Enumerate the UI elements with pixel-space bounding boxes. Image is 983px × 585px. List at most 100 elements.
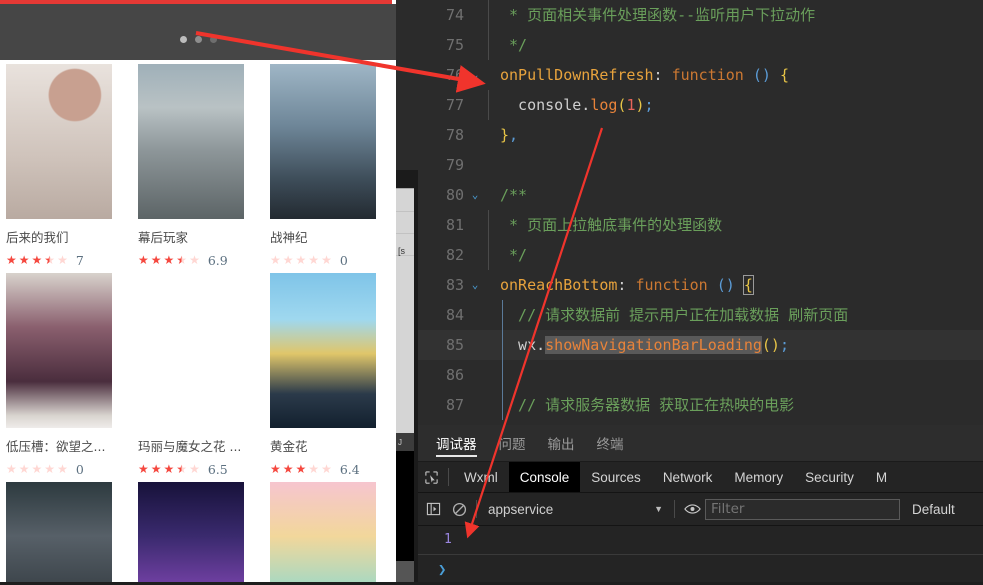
console-context-select[interactable]: appservice ▼ — [481, 497, 670, 521]
code-line[interactable]: 87· // 请求服务器数据 获取正在热映的电影 — [418, 390, 983, 420]
explorer-sliver[interactable]: [s J — [396, 0, 418, 582]
code-text: * 页面上拉触底事件的处理函数 — [500, 216, 723, 234]
sliver-row — [396, 211, 414, 234]
code-line[interactable]: 80 ⌄ /** — [418, 180, 983, 210]
indent-guide — [502, 300, 503, 330]
indent-guide — [488, 240, 489, 270]
fold-spacer: · — [464, 240, 486, 270]
movie-rating: ★ ★ ★ ★ ★ 6.4 — [270, 462, 390, 477]
code-line[interactable]: 86· — [418, 360, 983, 390]
fold-spacer: · — [464, 120, 486, 150]
code-text: // 请求服务器数据 获取正在热映的电影 — [500, 396, 795, 414]
chevron-down-icon[interactable]: ⌄ — [464, 60, 486, 90]
panel-tabbar[interactable]: Wxml Console Sources Network Memory Security M — [453, 462, 898, 492]
movie-title: 黄金花 — [270, 439, 308, 454]
fold-spacer: · — [464, 300, 486, 330]
devtools-tab[interactable]: 终端 — [597, 425, 624, 461]
fold-spacer: · — [464, 360, 486, 390]
movie-poster[interactable] — [270, 273, 376, 428]
code-line[interactable]: 74· * 页面相关事件处理函数--监听用户下拉动作 — [418, 0, 983, 30]
movie-card[interactable] — [0, 482, 132, 582]
movie-card[interactable]: 后来的我们 ★ ★ ★ ★ ★ 7 — [0, 64, 132, 273]
code-line[interactable]: 78·}, — [418, 120, 983, 150]
carousel-dot-1[interactable] — [179, 35, 187, 43]
code-line[interactable]: 76 ⌄ onPullDownRefresh: function () { — [418, 60, 983, 90]
console-output[interactable]: 1 — [418, 526, 983, 555]
devtools-tab[interactable]: 输出 — [548, 425, 575, 461]
movie-title: 低压槽：欲望之... — [6, 439, 106, 454]
movie-card[interactable] — [132, 482, 264, 582]
line-number: 76 — [445, 66, 464, 84]
carousel-dots[interactable] — [0, 34, 396, 44]
sidebar-toggle-icon[interactable] — [420, 494, 446, 524]
code-text: // 请求数据前 提示用户正在加载数据 刷新页面 — [500, 306, 849, 324]
panel-tab[interactable]: Memory — [723, 462, 794, 492]
inspect-cursor-icon[interactable] — [418, 462, 444, 492]
carousel-dot-3[interactable] — [209, 35, 217, 43]
star-icon: ★ — [163, 253, 175, 267]
console-row[interactable]: 1 — [418, 526, 983, 555]
code-line[interactable]: 85· wx.showNavigationBarLoading(); — [418, 330, 983, 360]
devtools-tab[interactable]: 问题 — [499, 425, 526, 461]
line-number: 77 — [445, 96, 464, 114]
code-line[interactable]: 83 ⌄ onReachBottom: function () { — [418, 270, 983, 300]
code-line[interactable]: 75· */ — [418, 30, 983, 60]
devtools-tabbar[interactable]: 调试器 问题 输出 终端 — [418, 425, 983, 462]
clear-console-icon[interactable] — [446, 494, 472, 524]
indent-guide — [488, 30, 489, 60]
code-line[interactable]: 77· console.log(1); — [418, 90, 983, 120]
movie-poster[interactable] — [138, 64, 244, 219]
carousel-dot-2[interactable] — [194, 35, 202, 43]
movie-poster[interactable] — [138, 273, 244, 428]
line-number: 81 — [445, 216, 464, 234]
panel-tab[interactable]: Security — [794, 462, 865, 492]
panel-tab[interactable]: Wxml — [453, 462, 509, 492]
code-line[interactable]: 84· // 请求数据前 提示用户正在加载数据 刷新页面 — [418, 300, 983, 330]
chevron-down-icon[interactable]: ⌄ — [464, 180, 486, 210]
code-editor[interactable]: 74· * 页面相关事件处理函数--监听用户下拉动作75· */76⌄onPul… — [418, 0, 983, 425]
star-icon: ★ — [44, 253, 56, 267]
star-icon: ★ — [295, 253, 307, 267]
movie-poster[interactable] — [6, 273, 112, 428]
panel-tab[interactable]: M — [865, 462, 898, 492]
line-number: 82 — [445, 246, 464, 264]
movie-score: 6.5 — [207, 461, 228, 477]
devtools-toolbar[interactable]: Wxml Console Sources Network Memory Security M — [418, 462, 983, 493]
movie-poster[interactable] — [6, 482, 112, 582]
panel-tab[interactable]: Sources — [580, 462, 652, 492]
movie-card[interactable]: 玛丽与魔女之花 ... ★ ★ ★ ★ ★ 6.5 — [132, 273, 264, 482]
movie-poster[interactable] — [6, 64, 112, 219]
console-level-select[interactable]: Default — [912, 502, 955, 517]
movie-poster[interactable] — [270, 482, 376, 582]
star-icon: ★ — [163, 462, 175, 476]
code-line[interactable]: 81· * 页面上拉触底事件的处理函数 — [418, 210, 983, 240]
console-filterbar[interactable]: appservice ▼ Default — [418, 493, 983, 526]
star-icon: ★ — [150, 462, 162, 476]
code-text: * 页面相关事件处理函数--监听用户下拉动作 — [500, 6, 816, 24]
movie-rating: ★ ★ ★ ★ ★ 0 — [6, 462, 126, 477]
panel-tab[interactable]: Console — [508, 462, 581, 492]
movie-card[interactable]: 黄金花 ★ ★ ★ ★ ★ 6.4 — [264, 273, 396, 482]
movie-poster[interactable] — [270, 64, 376, 219]
console-filter-input[interactable] — [705, 498, 900, 520]
movie-card[interactable] — [264, 482, 396, 582]
movie-poster[interactable] — [138, 482, 244, 582]
code-line[interactable]: 82· */ — [418, 240, 983, 270]
eye-icon[interactable] — [679, 494, 705, 524]
movie-card[interactable]: 幕后玩家 ★ ★ ★ ★ ★ 6.9 — [132, 64, 264, 273]
movie-list[interactable]: 后来的我们 ★ ★ ★ ★ ★ 7 幕后玩家 ★ ★ ★ ★ ★ 6.9 战神纪 ★ ★ ★ ★ ★ 0 低压槽：欲望之.… — [0, 60, 396, 582]
devtools-window: 后来的我们 ★ ★ ★ ★ ★ 7 幕后玩家 ★ ★ ★ ★ ★ 6.9 战神纪 ★ ★ ★ ★ ★ 0 低压槽：欲望之.… — [0, 0, 983, 582]
line-number: 83 — [445, 276, 464, 294]
line-number: 84 — [445, 306, 464, 324]
panel-tab[interactable]: Network — [652, 462, 724, 492]
chevron-down-icon[interactable]: ⌄ — [464, 270, 486, 300]
console-prompt[interactable]: ❯ — [418, 555, 983, 585]
movie-card[interactable]: 战神纪 ★ ★ ★ ★ ★ 0 — [264, 64, 396, 273]
devtools-tab[interactable]: 调试器 — [436, 425, 477, 461]
code-text: */ — [500, 246, 528, 264]
movie-card[interactable]: 低压槽：欲望之... ★ ★ ★ ★ ★ 0 — [0, 273, 132, 482]
star-icon: ★ — [150, 253, 162, 267]
simulator-navbar — [0, 4, 396, 60]
code-line[interactable]: 79· — [418, 150, 983, 180]
star-icon: ★ — [270, 253, 281, 267]
